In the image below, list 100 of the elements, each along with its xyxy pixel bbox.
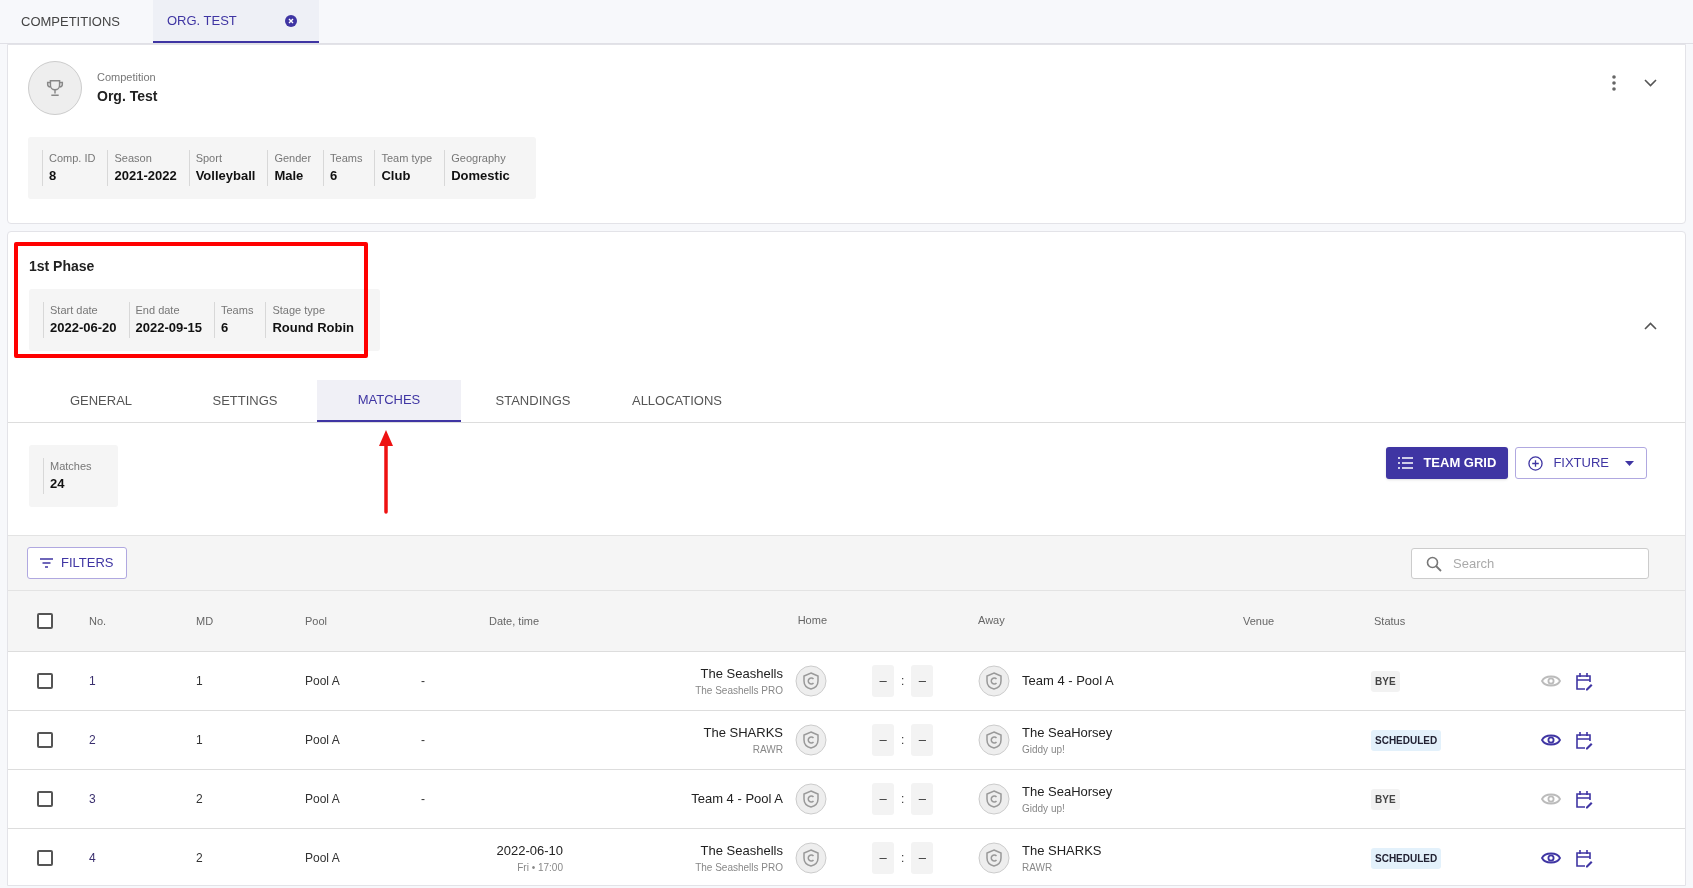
list-icon	[1398, 457, 1414, 469]
pool-cell: Pool A	[305, 792, 340, 806]
competition-name: Org. Test	[97, 86, 158, 106]
filter-icon	[40, 558, 53, 568]
score-field[interactable]: –	[872, 842, 894, 874]
row-checkbox[interactable]	[37, 791, 53, 807]
add-circle-icon	[1528, 455, 1544, 471]
view-icon[interactable]	[1541, 733, 1561, 747]
info-label: Gender	[274, 151, 312, 166]
matchday-cell: 2	[196, 851, 203, 865]
status-tag: SCHEDULED	[1371, 729, 1442, 751]
away-team-subtitle: Giddy up!	[1022, 743, 1066, 758]
filters-button[interactable]: FILTERS	[27, 547, 127, 579]
pool-cell: Pool A	[305, 733, 340, 747]
score-separator: :	[901, 791, 905, 808]
chevron-down-icon[interactable]	[1644, 79, 1657, 87]
match-date: -	[421, 733, 425, 747]
close-icon[interactable]	[284, 14, 297, 27]
info-label: Sport	[195, 151, 223, 166]
home-team-name: The SHARKS	[703, 723, 783, 742]
shield-logo-icon	[978, 665, 1010, 697]
score-field[interactable]: –	[872, 665, 894, 697]
calendar-edit-icon[interactable]	[1575, 671, 1593, 691]
matchday-cell: 2	[196, 792, 203, 806]
matchday-cell: 1	[196, 733, 203, 747]
score-field[interactable]: –	[872, 783, 894, 815]
more-options-icon[interactable]	[1611, 75, 1617, 91]
search-field[interactable]: Search	[1411, 547, 1649, 579]
info-value: Domestic	[451, 167, 510, 185]
home-team-subtitle: The Seashells PRO	[695, 861, 783, 876]
info-label: Comp. ID	[49, 151, 96, 166]
match-number: 1	[89, 674, 96, 688]
chevron-up-icon[interactable]	[1644, 322, 1657, 330]
info-label: Start date	[50, 303, 99, 318]
phase-tab[interactable]: MATCHES	[317, 380, 461, 422]
score-field[interactable]: –	[911, 783, 934, 815]
info-value: 6	[330, 167, 339, 185]
column-header: Pool	[305, 614, 328, 627]
away-team-name: The SeaHorsey	[1022, 723, 1113, 742]
score-field[interactable]: –	[872, 724, 894, 756]
status-tag: BYE	[1371, 670, 1400, 692]
row-checkbox[interactable]	[37, 850, 53, 866]
status-tag: BYE	[1371, 788, 1400, 810]
fixture-button[interactable]: FIXTURE	[1515, 447, 1647, 479]
home-team-subtitle: The Seashells PRO	[695, 684, 783, 699]
away-team-subtitle: RAWR	[1022, 861, 1054, 876]
score-field[interactable]: –	[911, 724, 934, 756]
phase-title: 1st Phase	[29, 257, 96, 276]
select-all-checkbox[interactable]	[37, 613, 53, 629]
home-team-name: The Seashells	[700, 841, 783, 860]
calendar-edit-icon[interactable]	[1575, 789, 1593, 809]
match-number: 2	[89, 733, 96, 747]
home-team-name: Team 4 - Pool A	[691, 790, 783, 809]
column-header: Date, time	[489, 614, 540, 627]
match-time: Fri • 17:00	[517, 861, 563, 876]
caret-icon	[1625, 460, 1634, 466]
info-label: Teams	[330, 151, 363, 166]
top-tab[interactable]: COMPETITIONS	[0, 0, 153, 43]
shield-logo-icon	[795, 665, 827, 697]
phase-tab[interactable]: STANDINGS	[461, 380, 605, 422]
shield-logo-icon	[978, 783, 1010, 815]
info-value: 6	[221, 319, 230, 337]
phase-tab[interactable]: ALLOCATIONS	[605, 380, 749, 422]
info-value: 2021-2022	[114, 167, 177, 185]
info-value: Round Robin	[272, 319, 354, 337]
away-team-name: The SeaHorsey	[1022, 782, 1113, 801]
phase-tab[interactable]: GENERAL	[29, 380, 173, 422]
score-separator: :	[901, 850, 905, 867]
pool-cell: Pool A	[305, 851, 340, 865]
info-value: 2022-09-15	[135, 319, 202, 337]
info-value: 8	[49, 167, 58, 185]
shield-logo-icon	[795, 842, 827, 874]
match-number: 3	[89, 792, 96, 806]
column-header: Home	[797, 612, 827, 628]
team-grid-button[interactable]: TEAM GRID	[1386, 447, 1509, 479]
score-field[interactable]: –	[911, 842, 934, 874]
column-header: Venue	[1243, 614, 1275, 627]
trophy-icon	[28, 61, 82, 115]
match-date: -	[421, 674, 425, 688]
shield-logo-icon	[795, 783, 827, 815]
competition-caption: Competition	[97, 70, 157, 86]
info-value: 24	[50, 475, 66, 493]
top-tab[interactable]: ORG. TEST	[152, 0, 319, 43]
view-icon[interactable]	[1541, 851, 1561, 865]
info-value: Club	[381, 167, 412, 185]
match-date: -	[421, 792, 425, 806]
info-label: Matches	[50, 459, 92, 474]
row-checkbox[interactable]	[37, 732, 53, 748]
score-separator: :	[901, 673, 905, 690]
calendar-edit-icon[interactable]	[1575, 730, 1593, 750]
match-number: 4	[89, 851, 96, 865]
phase-tab[interactable]: SETTINGS	[173, 380, 317, 422]
away-team-name: Team 4 - Pool A	[1022, 672, 1114, 691]
calendar-edit-icon[interactable]	[1575, 848, 1593, 868]
away-team-subtitle: Giddy up!	[1022, 802, 1066, 817]
score-field[interactable]: –	[911, 665, 934, 697]
row-checkbox[interactable]	[37, 673, 53, 689]
column-header: Away	[978, 613, 1005, 626]
info-label: Stage type	[272, 303, 326, 318]
info-label: Geography	[451, 151, 507, 166]
